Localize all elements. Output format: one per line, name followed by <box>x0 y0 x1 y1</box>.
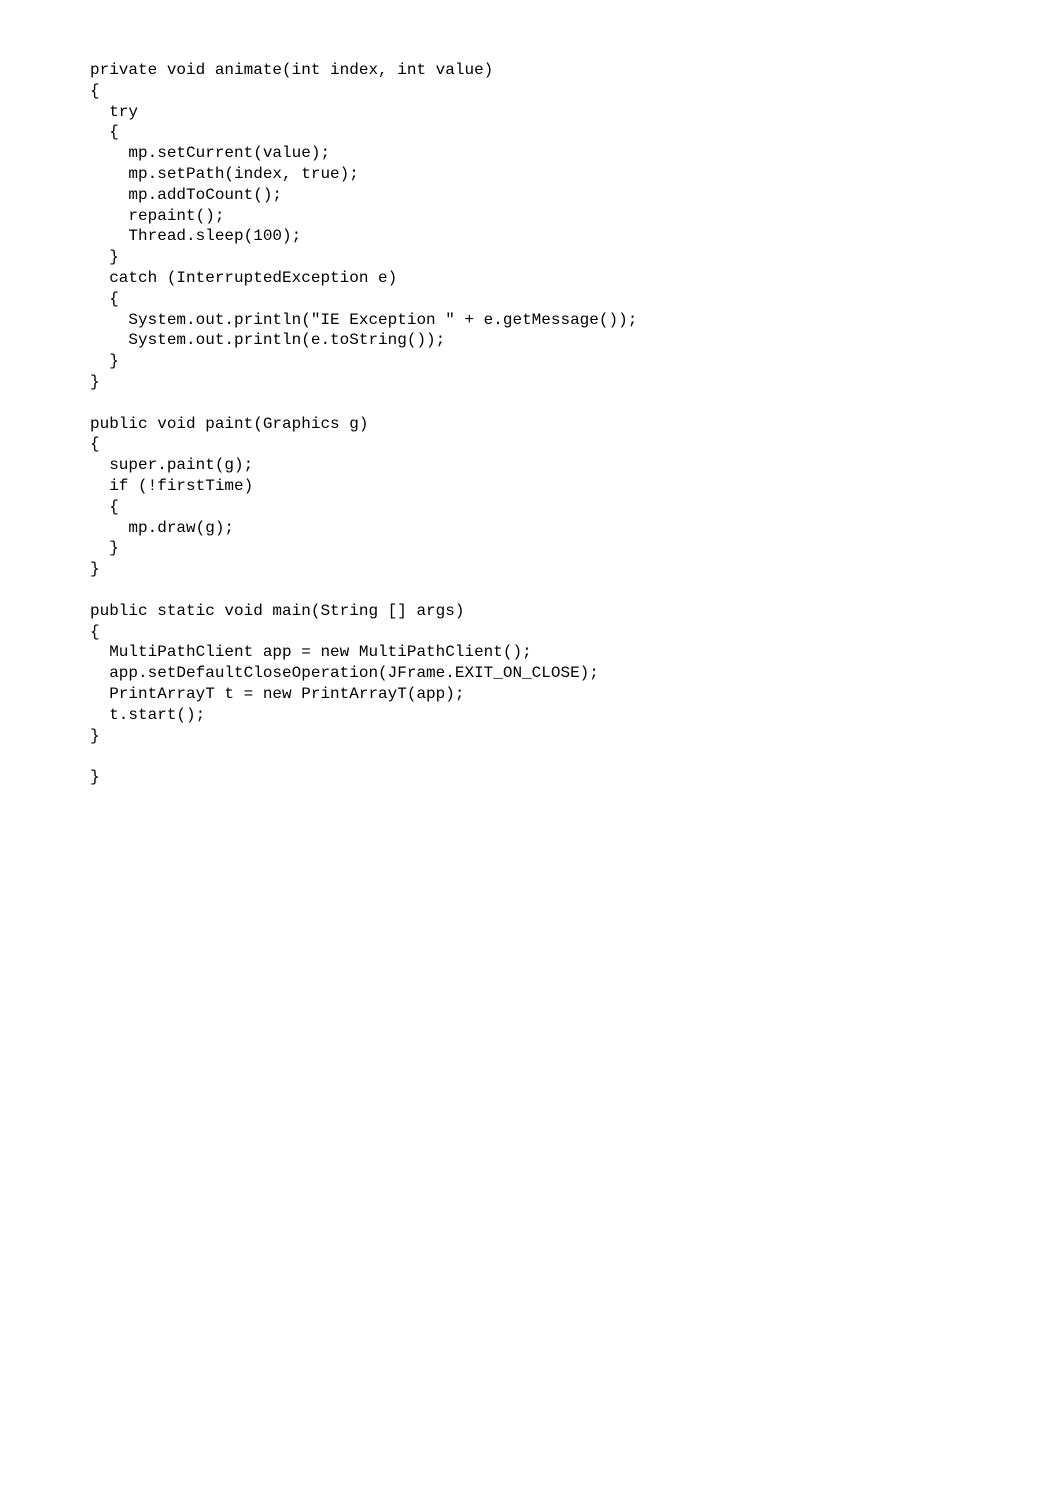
code-text: private void animate(int index, int valu… <box>90 61 637 786</box>
code-block: private void animate(int index, int valu… <box>0 0 1062 848</box>
